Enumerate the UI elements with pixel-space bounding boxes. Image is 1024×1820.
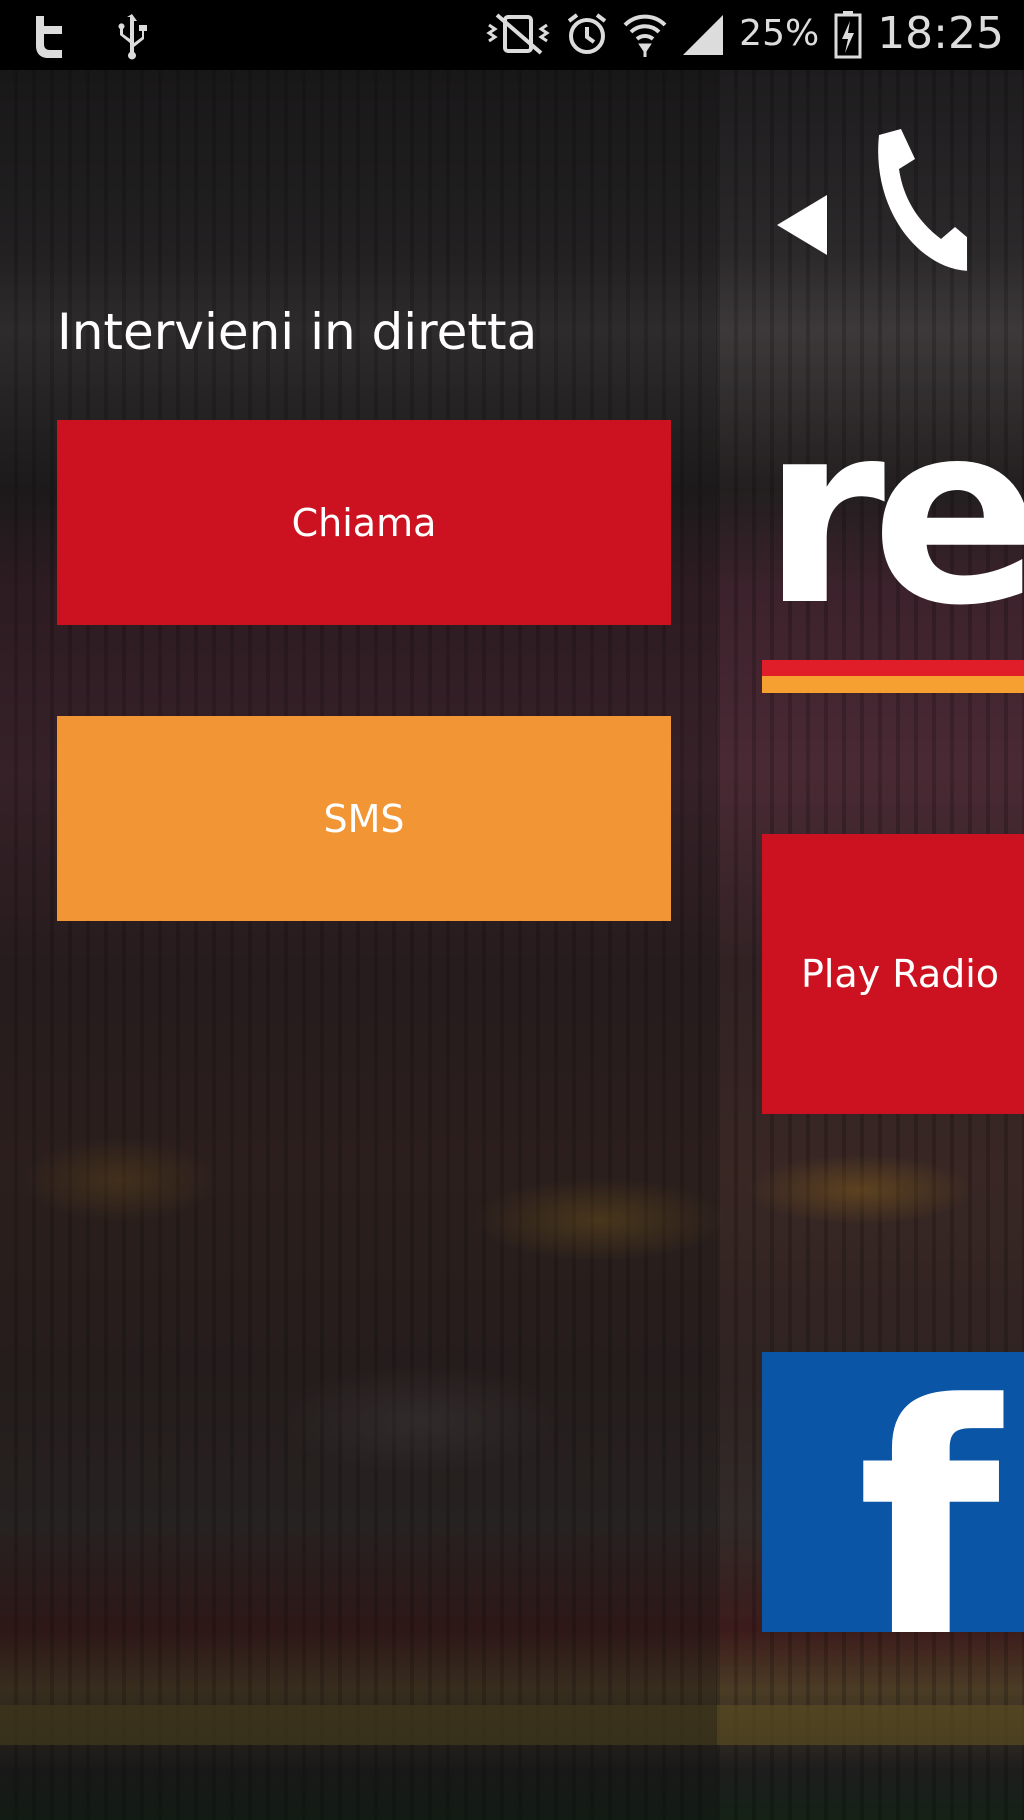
status-bar: 25% 18:25 [0, 0, 1024, 70]
clock: 18:25 [877, 8, 1004, 59]
side-drawer: Intervieni in diretta Chiama SMS [0, 70, 717, 1820]
battery-charging-icon [834, 11, 862, 59]
logo-stripe-orange [762, 676, 1024, 693]
facebook-icon: f [857, 1352, 1001, 1632]
status-right-icons: 25% 18:25 [485, 8, 1004, 60]
station-logo: ret [762, 369, 1024, 660]
battery-percent: 25% [739, 13, 820, 54]
drawer-title: Intervieni in diretta [57, 303, 538, 361]
facebook-button[interactable]: f [762, 1352, 1024, 1632]
vibrate-mute-icon [486, 13, 550, 55]
alarm-icon [567, 13, 607, 54]
wifi-icon [623, 14, 667, 57]
play-radio-button[interactable]: Play Radio [762, 834, 1024, 1114]
signal-icon [683, 15, 724, 55]
status-left-icons [30, 10, 154, 60]
call-button[interactable]: Chiama [57, 420, 671, 625]
usb-icon [118, 14, 147, 60]
sms-button[interactable]: SMS [57, 716, 671, 921]
logo-stripe-red [762, 660, 1024, 676]
twitter-icon [36, 16, 62, 58]
main-content: ret Play Radio f [717, 70, 1024, 1820]
call-back-icon[interactable] [767, 115, 967, 295]
